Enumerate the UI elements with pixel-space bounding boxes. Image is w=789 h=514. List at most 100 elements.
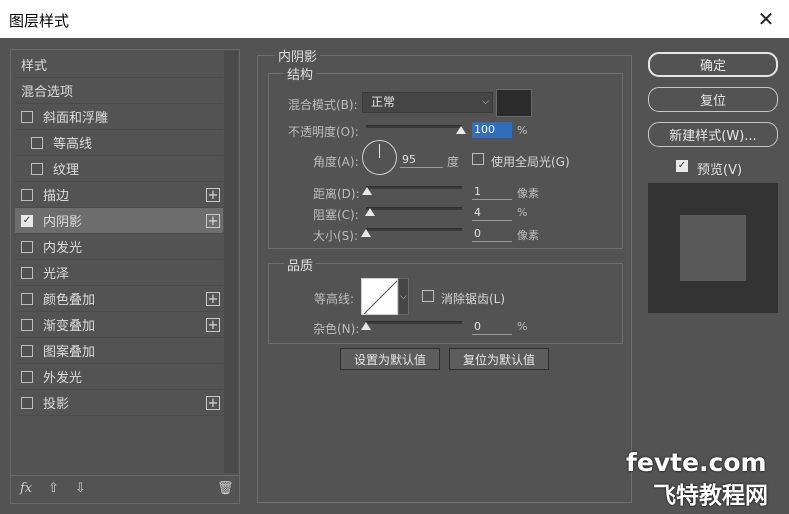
section-title: 内阴影 — [275, 46, 321, 65]
sidebar-item-outer-glow[interactable]: 外发光 — [15, 364, 223, 390]
quality-title: 品质 — [284, 255, 317, 274]
sidebar-item-label: 斜面和浮雕 — [43, 111, 109, 126]
watermark-site: fevte.com — [626, 448, 767, 477]
reset-default-button[interactable]: 复位为默认值 — [449, 348, 549, 370]
bevel-emboss-checkbox[interactable] — [21, 110, 33, 123]
contour-label: 等高线: — [314, 292, 355, 306]
pattern-overlay-checkbox[interactable] — [21, 344, 33, 357]
drop-shadow-checkbox[interactable] — [21, 396, 33, 409]
global-light-label[interactable]: 使用全局光(G) — [491, 153, 570, 170]
trash-icon[interactable]: 🗑 — [217, 481, 234, 496]
styles-header[interactable]: 样式 — [15, 52, 223, 78]
sidebar-item-gradient-overlay[interactable]: 渐变叠加 + — [15, 312, 223, 338]
sidebar-item-satin[interactable]: 光泽 — [15, 260, 223, 286]
blend-options-label: 混合选项 — [21, 85, 74, 100]
noise-slider-thumb[interactable] — [361, 322, 371, 330]
noise-label: 杂色(N): — [313, 322, 360, 336]
angle-dial[interactable] — [362, 140, 397, 175]
add-inner-shadow-icon[interactable]: + — [206, 214, 220, 228]
opacity-label: 不透明度(O): — [288, 125, 359, 139]
sidebar-item-texture[interactable]: 纹理 — [15, 156, 223, 182]
title-bar: 图层样式 ✕ — [0, 0, 789, 38]
texture-checkbox[interactable] — [31, 162, 43, 175]
styles-list-scrollbar[interactable] — [224, 51, 238, 473]
style-preview-swatch — [680, 215, 746, 281]
anti-alias-checkbox[interactable] — [422, 290, 434, 302]
preview-label[interactable]: 预览(V) — [697, 159, 742, 178]
make-default-button[interactable]: 设置为默认值 — [340, 348, 440, 370]
angle-unit: 度 — [447, 155, 460, 169]
choke-slider-thumb[interactable] — [365, 208, 375, 216]
close-icon[interactable]: ✕ — [743, 0, 789, 38]
sidebar-item-inner-shadow[interactable]: ✓ 内阴影 + — [15, 208, 223, 234]
style-preview — [648, 183, 778, 313]
distance-slider-thumb[interactable] — [362, 187, 372, 195]
sidebar-item-contour[interactable]: 等高线 — [15, 130, 223, 156]
stroke-checkbox[interactable] — [21, 188, 33, 201]
contour-picker[interactable] — [361, 278, 398, 315]
add-color-overlay-icon[interactable]: + — [206, 292, 220, 306]
fx-menu-icon[interactable]: fx — [20, 481, 32, 496]
blend-mode-label: 混合模式(B): — [288, 98, 358, 112]
new-style-button[interactable]: 新建样式(W)... — [648, 122, 778, 147]
angle-input[interactable]: 95 — [400, 152, 443, 168]
move-down-icon[interactable]: ⇩ — [75, 481, 86, 496]
preview-checkbox[interactable]: ✓ — [676, 160, 688, 172]
angle-dial-needle — [379, 144, 380, 158]
styles-header-label: 样式 — [21, 59, 48, 74]
global-light-checkbox[interactable] — [472, 153, 484, 165]
sidebar-item-label: 内阴影 — [43, 215, 83, 230]
sidebar-item-bevel-emboss[interactable]: 斜面和浮雕 — [15, 104, 223, 130]
distance-unit: 像素 — [517, 187, 539, 200]
styles-list-toolbar: fx ⇧ ⇩ 🗑 — [11, 475, 239, 503]
opacity-input[interactable]: 100 — [472, 122, 512, 138]
sidebar-item-label: 描边 — [43, 189, 70, 204]
distance-input[interactable]: 1 — [472, 184, 512, 200]
satin-checkbox[interactable] — [21, 266, 33, 279]
sidebar-item-drop-shadow[interactable]: 投影 + — [15, 390, 223, 416]
sidebar-item-pattern-overlay[interactable]: 图案叠加 — [15, 338, 223, 364]
sidebar-item-label: 渐变叠加 — [43, 319, 96, 334]
sidebar-item-label: 图案叠加 — [43, 345, 96, 360]
blend-mode-select[interactable]: 正常 ⌵ — [362, 92, 493, 113]
distance-label: 距离(D): — [313, 187, 360, 201]
choke-slider[interactable] — [366, 207, 462, 210]
distance-slider[interactable] — [366, 186, 462, 189]
add-stroke-icon[interactable]: + — [206, 188, 220, 202]
size-slider-thumb[interactable] — [361, 229, 371, 237]
shadow-color-swatch[interactable] — [496, 89, 532, 117]
opacity-slider[interactable] — [366, 125, 462, 128]
sidebar-item-label: 光泽 — [43, 267, 70, 282]
structure-title: 结构 — [284, 64, 317, 83]
choke-unit: % — [517, 206, 528, 219]
size-slider[interactable] — [366, 228, 462, 231]
contour-dropdown-chevron-icon[interactable]: ⌵ — [398, 278, 409, 315]
inner-glow-checkbox[interactable] — [21, 240, 33, 253]
add-gradient-overlay-icon[interactable]: + — [206, 318, 220, 332]
noise-slider[interactable] — [366, 321, 462, 324]
opacity-slider-thumb[interactable] — [456, 126, 466, 134]
inner-shadow-checkbox[interactable]: ✓ — [21, 214, 33, 227]
noise-input[interactable]: 0 — [472, 319, 512, 335]
noise-unit: % — [517, 320, 528, 333]
choke-input[interactable]: 4 — [472, 205, 512, 221]
color-overlay-checkbox[interactable] — [21, 292, 33, 305]
move-up-icon[interactable]: ⇧ — [48, 481, 59, 496]
sidebar-item-stroke[interactable]: 描边 + — [15, 182, 223, 208]
contour-checkbox[interactable] — [31, 136, 43, 149]
sidebar-item-label: 投影 — [43, 397, 70, 412]
reset-button[interactable]: 复位 — [648, 87, 778, 112]
styles-list-panel: 样式 混合选项 斜面和浮雕 等高线 纹理 描边 + ✓ 内阴影 + 内发光 光泽… — [10, 49, 240, 504]
blend-options-item[interactable]: 混合选项 — [15, 78, 223, 104]
ok-button[interactable]: 确定 — [648, 52, 778, 77]
outer-glow-checkbox[interactable] — [21, 370, 33, 383]
sidebar-item-inner-glow[interactable]: 内发光 — [15, 234, 223, 260]
contour-curve-icon — [363, 280, 397, 314]
sidebar-item-label: 外发光 — [43, 371, 83, 386]
size-input[interactable]: 0 — [472, 226, 512, 242]
sidebar-item-color-overlay[interactable]: 颜色叠加 + — [15, 286, 223, 312]
gradient-overlay-checkbox[interactable] — [21, 318, 33, 331]
opacity-unit: % — [517, 124, 528, 137]
add-drop-shadow-icon[interactable]: + — [206, 396, 220, 410]
anti-alias-label[interactable]: 消除锯齿(L) — [441, 290, 505, 307]
